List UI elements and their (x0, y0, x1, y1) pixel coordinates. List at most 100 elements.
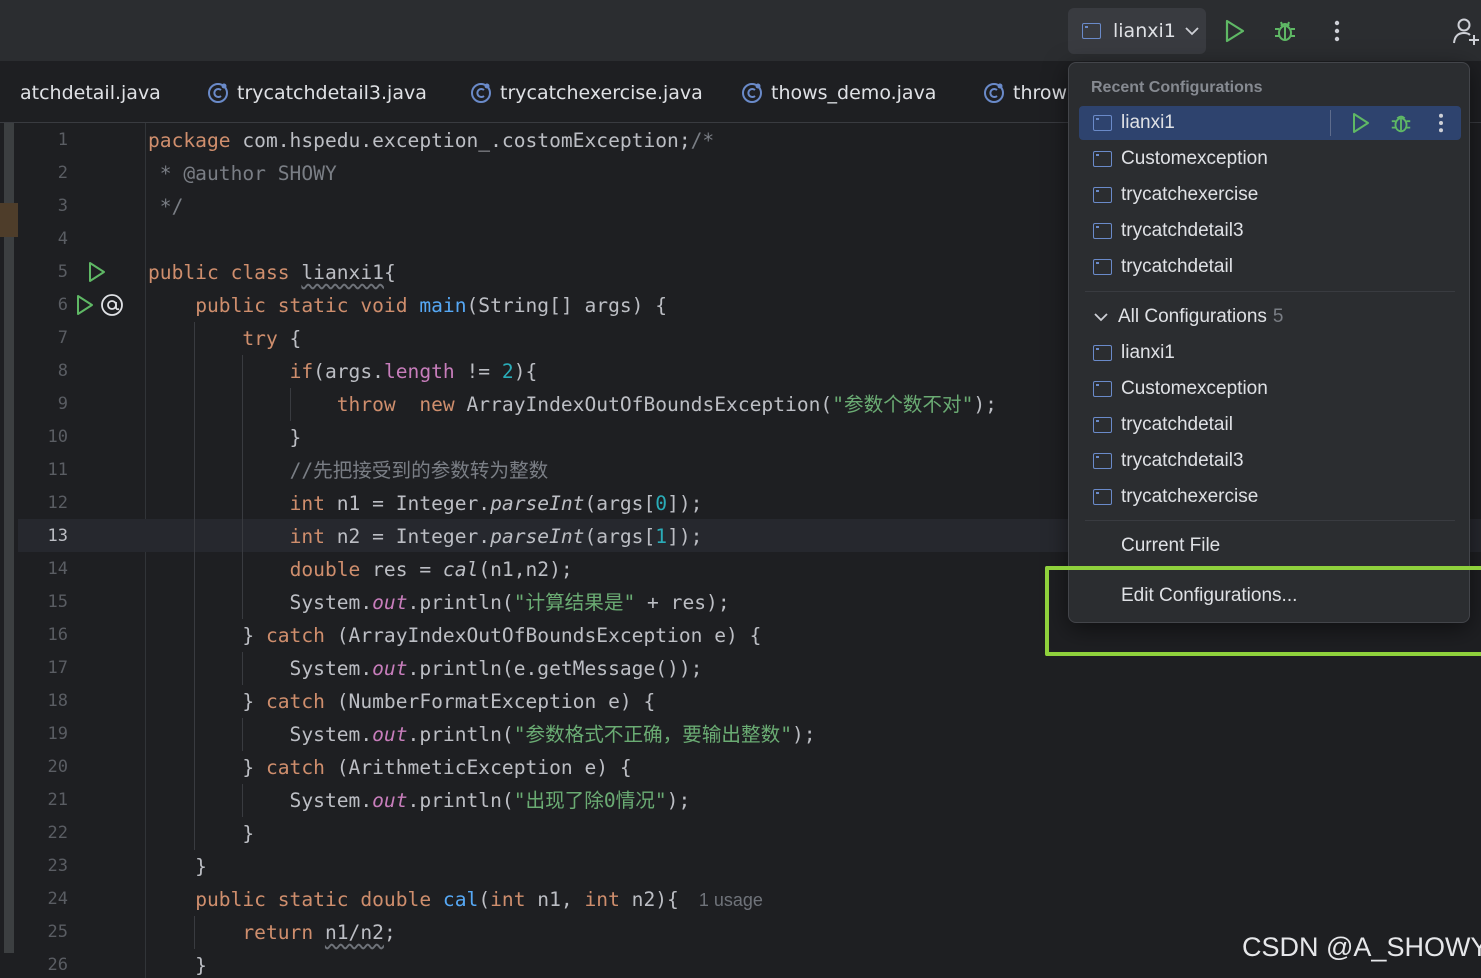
add-user-button[interactable] (1450, 14, 1481, 48)
recent-config-item[interactable]: trycatchexercise (1079, 178, 1461, 212)
run-config-icon (1093, 453, 1112, 469)
code-line: } (148, 822, 255, 845)
line-number: 12 (47, 493, 68, 513)
line-number: 16 (47, 625, 68, 645)
recent-configurations-header: Recent Configurations (1091, 79, 1263, 96)
divider (1330, 110, 1331, 136)
tab-trycatchdetail3[interactable]: trycatchdetail3.java (207, 62, 427, 122)
code-line: System.out.println("计算结果是" + res); (148, 591, 730, 614)
more-actions-button[interactable] (1320, 14, 1354, 48)
recent-config-lianxi1[interactable]: lianxi1 (1079, 106, 1461, 140)
recent-config-item[interactable]: trycatchdetail3 (1079, 214, 1461, 248)
change-marker (0, 203, 18, 237)
chevron-down-icon (1185, 27, 1199, 36)
usage-inlay-hint[interactable]: 1 usage (699, 890, 763, 910)
java-class-icon (471, 82, 491, 103)
popup-divider (1085, 520, 1455, 521)
add-user-icon (1453, 18, 1479, 45)
run-config-icon (1093, 381, 1112, 397)
tab-thows-demo[interactable]: thows_demo.java (741, 62, 936, 122)
annotation-highlight-box (1045, 566, 1481, 656)
code-line: } (148, 954, 207, 977)
code-line: double res = cal(n1,n2); (289, 558, 573, 581)
run-config-icon (1093, 151, 1112, 167)
popup-divider (1085, 291, 1455, 292)
run-class-gutter-button[interactable] (87, 261, 107, 287)
selected-config-actions (1330, 106, 1461, 140)
run-button[interactable] (1218, 14, 1252, 48)
tab-trycatchexercise[interactable]: trycatchexercise.java (470, 62, 703, 122)
run-main-gutter-button[interactable] (75, 294, 95, 320)
code-line: } catch (NumberFormatException e) { (148, 690, 656, 713)
run-icon (1353, 113, 1369, 133)
all-config-item[interactable]: lianxi1 (1079, 336, 1461, 370)
run-config-icon (1093, 489, 1112, 505)
run-config-run-button[interactable] (1341, 106, 1381, 140)
run-icon (1225, 19, 1245, 43)
run-config-debug-button[interactable] (1381, 106, 1421, 140)
main-toolbar: lianxi1 (0, 0, 1481, 62)
code-line: try { (242, 327, 302, 350)
run-config-more-button[interactable] (1421, 106, 1461, 140)
all-config-item[interactable]: trycatchexercise (1079, 480, 1461, 514)
editor-left-strip (0, 123, 18, 978)
config-label: trycatchexercise (1121, 486, 1259, 507)
tab-throws[interactable]: throws (983, 62, 1077, 122)
current-file-item[interactable]: Current File (1079, 529, 1461, 563)
tab-label: trycatchdetail3.java (237, 81, 427, 104)
all-config-item[interactable]: trycatchdetail (1079, 408, 1461, 442)
config-label: Customexception (1121, 378, 1268, 399)
recent-config-item[interactable]: trycatchdetail (1079, 250, 1461, 284)
run-config-icon (1093, 223, 1112, 239)
tab-label: trycatchexercise.java (500, 81, 703, 104)
line-number: 25 (47, 922, 68, 942)
config-label: lianxi1 (1121, 342, 1175, 363)
run-config-label: lianxi1 (1113, 20, 1176, 42)
all-config-item[interactable]: trycatchdetail3 (1079, 444, 1461, 478)
line-number: 11 (47, 460, 68, 480)
tab-label: atchdetail.java (20, 81, 161, 104)
line-number: 8 (57, 361, 68, 381)
line-number: 26 (47, 955, 68, 975)
vertical-scrollbar[interactable] (4, 123, 14, 953)
code-line: int n1 = Integer.parseInt(args[0]); (289, 492, 703, 515)
code-line: */ (148, 195, 184, 218)
java-class-icon (742, 82, 762, 103)
code-line: System.out.println("出现了除0情况"); (148, 789, 691, 812)
code-line: } catch (ArrayIndexOutOfBoundsException … (148, 624, 762, 647)
all-config-item[interactable]: Customexception (1079, 372, 1461, 406)
config-label: trycatchdetail (1121, 256, 1233, 277)
run-config-icon (1082, 23, 1101, 39)
line-number: 21 (47, 790, 68, 810)
debug-button[interactable] (1268, 14, 1302, 48)
code-line: System.out.println(e.getMessage()); (148, 657, 703, 680)
line-number: 24 (47, 889, 68, 909)
run-config-icon (1093, 115, 1112, 131)
code-line: } (148, 426, 302, 449)
at-sign-icon (101, 294, 123, 316)
config-label: trycatchexercise (1121, 184, 1259, 205)
all-configurations-toggle[interactable]: All Configurations 5 (1079, 300, 1461, 334)
more-vertical-icon (1439, 113, 1443, 133)
recent-config-item[interactable]: Customexception (1079, 142, 1461, 176)
code-line: if(args.length != 2){ (289, 360, 538, 383)
config-label: trycatchdetail (1121, 414, 1233, 435)
config-label: lianxi1 (1121, 112, 1175, 133)
run-icon (77, 295, 93, 315)
code-line: package com.hspedu.exception_.costomExce… (148, 129, 715, 152)
all-configurations-count: 5 (1272, 306, 1284, 327)
annotation-gutter-button[interactable] (100, 293, 124, 321)
debug-icon (1391, 115, 1411, 133)
run-configuration-selector[interactable]: lianxi1 (1068, 8, 1206, 54)
java-class-icon (984, 82, 1004, 103)
config-label: Customexception (1121, 148, 1268, 169)
line-number: 9 (57, 394, 68, 414)
line-number: 22 (47, 823, 68, 843)
tab-atchdetail[interactable]: atchdetail.java (20, 62, 161, 122)
run-config-icon (1093, 345, 1112, 361)
java-class-icon (208, 82, 228, 103)
line-number: 7 (57, 328, 68, 348)
run-config-icon (1093, 417, 1112, 433)
code-line: } (148, 855, 207, 878)
line-number: 4 (57, 229, 68, 249)
